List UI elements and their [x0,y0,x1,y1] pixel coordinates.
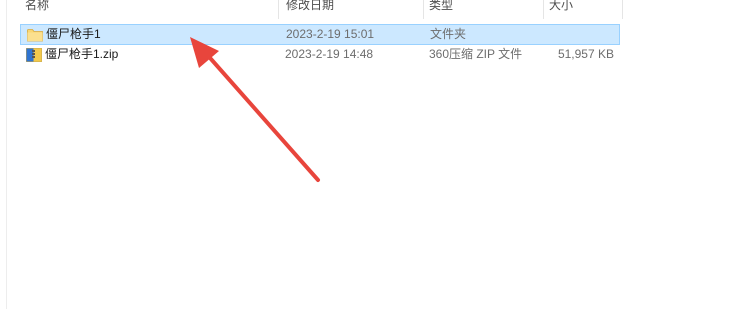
file-row-folder[interactable]: 僵尸枪手1 2023-2-19 15:01 文件夹 [20,24,620,45]
column-divider[interactable] [622,0,623,19]
column-header-name[interactable]: 名称 [20,0,278,19]
column-header-type[interactable]: 类型 [424,0,542,19]
file-list-pane: 名称 修改日期 类型 大小 僵尸枪手1 2023-2-19 15:01 文件夹 … [0,0,734,309]
column-divider[interactable] [278,0,279,19]
column-header-row: 名称 修改日期 类型 大小 [0,0,734,19]
file-modified: 2023-2-19 15:01 [286,27,375,41]
zip-archive-icon [26,48,42,62]
pane-left-border [6,0,7,309]
file-size: 51,957 KB [557,47,614,61]
folder-icon [27,29,43,42]
file-name: 僵尸枪手1.zip [45,47,119,61]
file-type: 文件夹 [430,27,467,41]
file-modified: 2023-2-19 14:48 [285,47,374,61]
file-name: 僵尸枪手1 [46,27,101,41]
column-header-modified[interactable]: 修改日期 [281,0,421,19]
file-row-zip[interactable]: 僵尸枪手1.zip 2023-2-19 14:48 360压缩 ZIP 文件 5… [20,45,620,66]
file-type: 360压缩 ZIP 文件 [429,47,523,61]
column-header-size[interactable]: 大小 [544,0,620,19]
